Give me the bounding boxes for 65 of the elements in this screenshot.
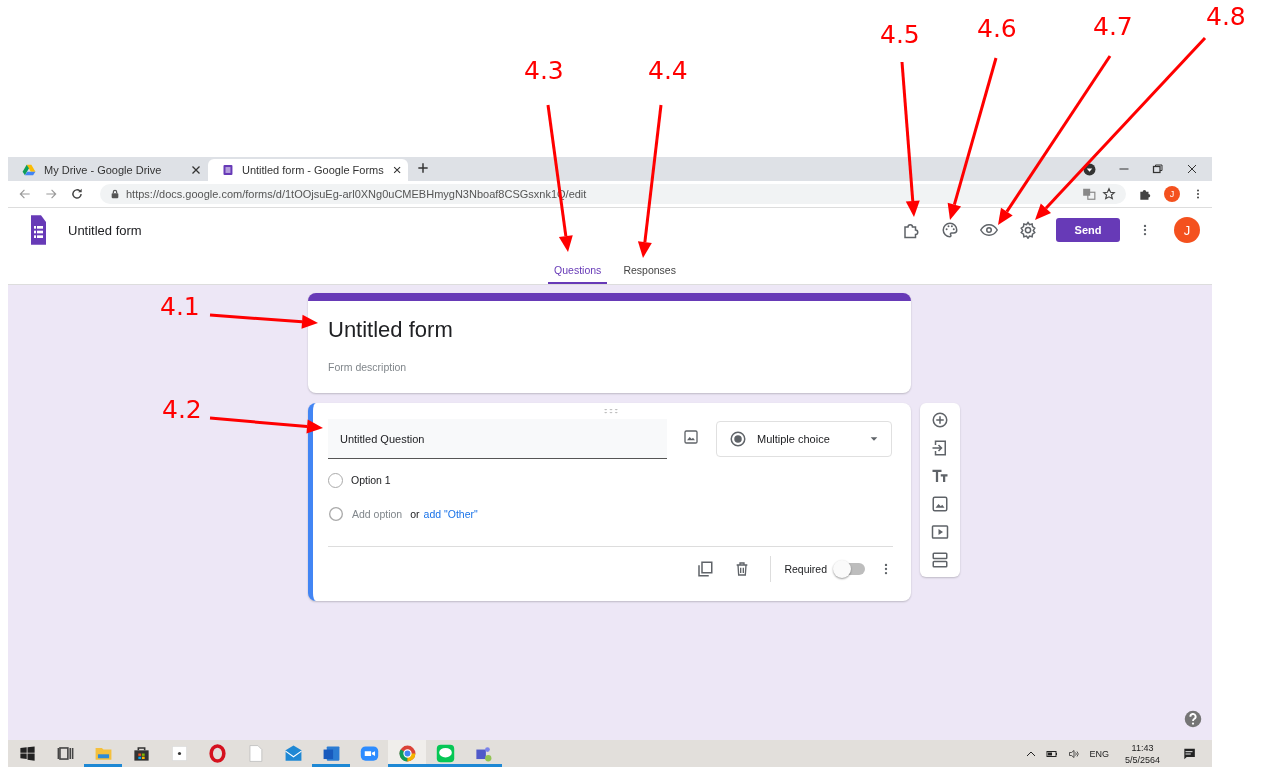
browser-tab[interactable]: Untitled form - Google Forms (208, 159, 408, 181)
annotation-label: 4.8 (1206, 2, 1246, 32)
eye-icon[interactable] (980, 221, 998, 239)
plus-icon[interactable] (416, 161, 430, 175)
shopping-bag-icon[interactable] (131, 744, 151, 763)
image-icon[interactable] (931, 495, 949, 513)
annotation-label: 4.4 (648, 56, 688, 86)
dropdown-circle-icon[interactable] (1083, 162, 1096, 176)
lock-icon (110, 189, 120, 199)
import-icon[interactable] (931, 439, 949, 457)
page-tab[interactable]: Responses (617, 264, 682, 284)
chrome-icon[interactable] (397, 744, 417, 763)
star-icon[interactable] (1102, 187, 1116, 201)
radio-selected-icon (729, 430, 747, 448)
language-indicator[interactable]: ENG (1089, 748, 1109, 759)
question-title-field[interactable]: Untitled Question (328, 419, 667, 459)
notification-icon[interactable] (1182, 746, 1196, 761)
form-title[interactable]: Untitled form (328, 317, 891, 343)
close-icon[interactable] (391, 164, 402, 176)
text-size-icon[interactable] (931, 467, 949, 485)
annotation-label: 4.3 (524, 56, 564, 86)
windows-logo-icon[interactable] (17, 744, 37, 763)
ring-icon[interactable] (207, 744, 227, 763)
close-icon[interactable] (190, 164, 202, 176)
annotation-label: 4.6 (977, 14, 1017, 44)
option-label[interactable]: Option 1 (351, 474, 391, 486)
or-text: or (410, 508, 420, 520)
add-other-link[interactable]: add "Other" (423, 508, 478, 520)
video-camera-icon[interactable] (359, 744, 379, 763)
speaker-icon[interactable] (1067, 747, 1082, 760)
video-icon[interactable] (931, 523, 949, 541)
browser-tab[interactable]: My Drive - Google Drive (8, 159, 208, 181)
clock-time[interactable]: 11:43 (1131, 741, 1154, 754)
empty-circle-icon (328, 506, 344, 522)
restore-icon[interactable] (1152, 163, 1164, 175)
form-description-field[interactable]: Form description (328, 361, 891, 373)
translate-icon[interactable] (1082, 187, 1096, 201)
annotation-label: 4.1 (160, 292, 200, 322)
help-icon[interactable] (1184, 710, 1202, 728)
add-option-link[interactable]: Add option (352, 508, 403, 520)
question-type-dropdown[interactable]: Multiple choice (716, 421, 892, 457)
palette-icon[interactable] (941, 221, 959, 239)
task-view-icon[interactable] (55, 744, 75, 763)
image-icon[interactable] (683, 429, 699, 445)
puzzle-icon[interactable] (902, 221, 920, 239)
section-icon[interactable] (931, 551, 949, 569)
annotation-label: 4.2 (162, 395, 202, 425)
required-label: Required (784, 563, 827, 575)
add-circle-icon[interactable] (931, 411, 949, 429)
required-toggle[interactable] (835, 563, 865, 575)
envelope-icon[interactable] (283, 744, 303, 763)
form-name[interactable]: Untitled form (68, 222, 902, 238)
form-icon (222, 163, 234, 177)
puzzle-icon[interactable] (1138, 187, 1152, 201)
drag-handle-icon[interactable] (603, 408, 618, 414)
close-icon[interactable] (1186, 163, 1198, 175)
annotation-label: 4.7 (1093, 12, 1133, 42)
reload-icon[interactable] (70, 187, 84, 201)
triangle-logo-icon (22, 163, 36, 177)
settings-icon[interactable] (1019, 221, 1037, 239)
annotation-label: 4.5 (880, 20, 920, 50)
duplicate-icon[interactable] (696, 560, 715, 578)
clock-date[interactable]: 5/5/2564 (1124, 753, 1160, 766)
team-icon[interactable] (473, 744, 493, 763)
send-button[interactable]: Send (1056, 218, 1120, 242)
